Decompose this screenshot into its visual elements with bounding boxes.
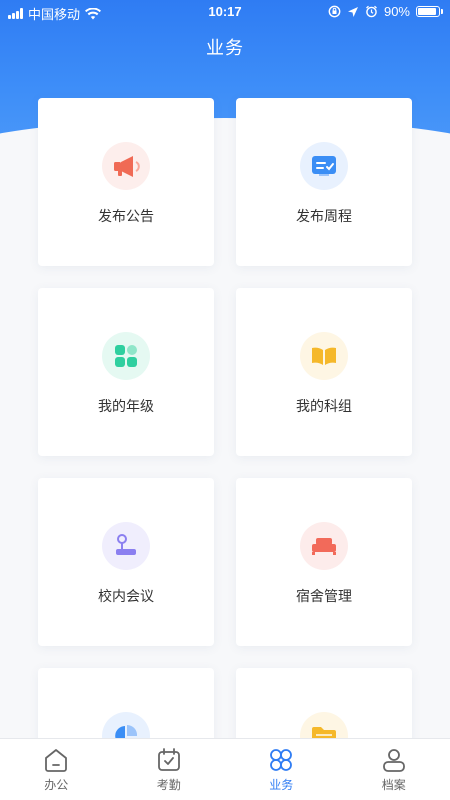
card-label: 发布公告 [98,208,154,224]
tab-profile[interactable]: 档案 [338,739,450,800]
card-label: 我的科组 [296,398,352,414]
status-bar: 中国移动 10:17 90% [0,0,450,24]
bottom-tab-bar: 办公 考勤 业务 档案 [0,738,450,800]
meeting-icon [102,522,150,570]
card-label: 宿舍管理 [296,588,352,604]
rotation-lock-icon [328,5,341,18]
tab-label: 办公 [44,778,69,792]
profile-icon [382,749,405,772]
card-publish-schedule[interactable]: 发布周程 [236,98,412,266]
alarm-icon [366,5,377,18]
tab-label: 考勤 [156,778,181,792]
grade-icon [102,332,150,380]
megaphone-icon [102,142,150,190]
page-title: 业务 [206,38,244,58]
card-label: 校内会议 [98,588,154,604]
card-school-meeting[interactable]: 校内会议 [38,478,214,646]
tab-business[interactable]: 业务 [225,739,338,800]
book-icon [300,332,348,380]
card-label: 我的年级 [98,398,154,414]
card-publish-notice[interactable]: 发布公告 [38,98,214,266]
card-my-grade[interactable]: 我的年级 [38,288,214,456]
location-icon [347,6,358,17]
schedule-icon [300,142,348,190]
tab-label: 业务 [269,778,294,792]
tab-office[interactable]: 办公 [0,739,113,800]
office-icon [45,749,68,772]
card-my-subject-group[interactable]: 我的科组 [236,288,412,456]
business-screen: 中国移动 10:17 90% 业务 发布公告 发布周程 我的年级 我的科组 校内… [0,0,450,800]
card-dormitory-management[interactable]: 宿舍管理 [236,478,412,646]
status-right: 90% [328,4,443,19]
card-label: 发布周程 [296,208,352,224]
dormitory-icon [300,522,348,570]
battery-percent: 90% [383,4,410,19]
business-icon [270,749,293,771]
tab-label: 档案 [381,778,406,792]
tab-attendance[interactable]: 考勤 [113,739,226,800]
battery-icon [416,6,443,17]
attendance-icon [157,748,180,771]
